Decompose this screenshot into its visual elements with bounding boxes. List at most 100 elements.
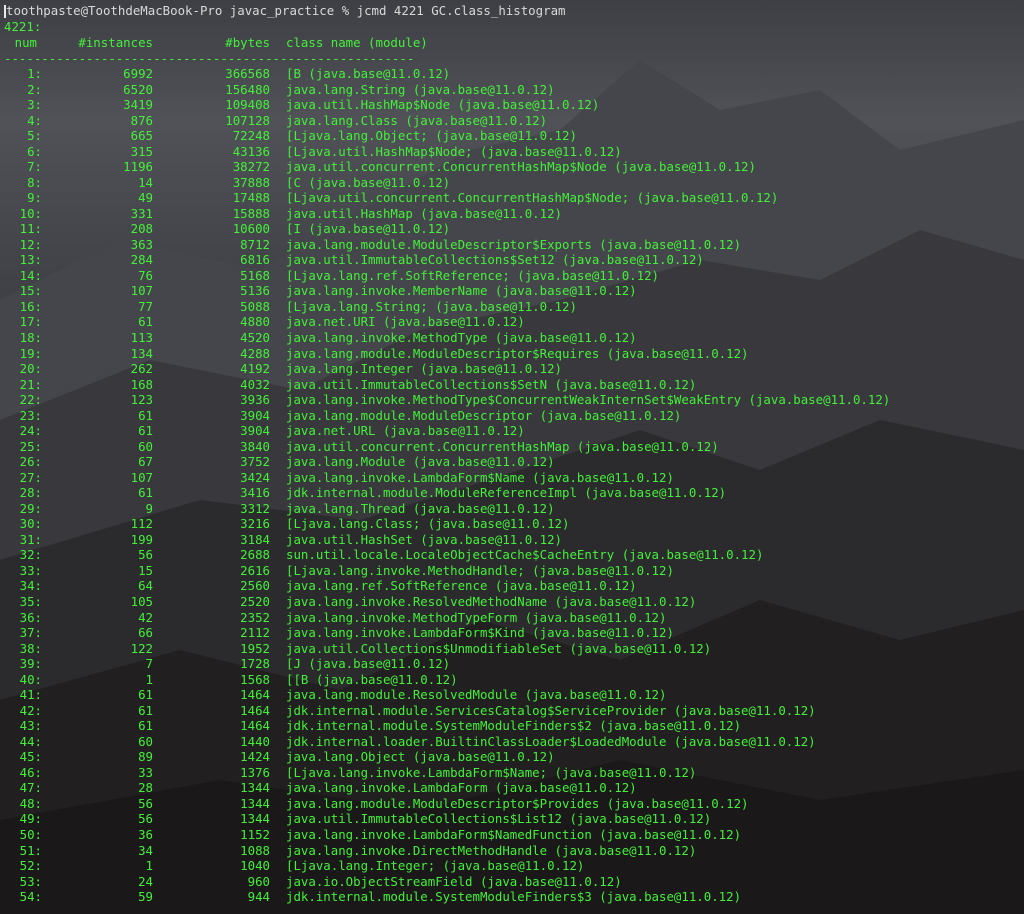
row-class-name: java.lang.invoke.LambdaForm (java.base@1… [286, 780, 637, 796]
row-bytes: 3904 [240, 423, 270, 439]
pid-line: 4221: [4, 19, 42, 34]
row-class-name: java.lang.String (java.base@11.0.12) [286, 81, 555, 97]
row-bytes: 1728 [240, 656, 270, 672]
row-bytes: 72248 [232, 128, 270, 144]
row-class-name: java.lang.invoke.LambdaForm$NamedFunctio… [286, 826, 742, 842]
row-class-name: java.lang.Module (java.base@11.0.12) [286, 454, 555, 470]
row-class-name: [Ljava.lang.invoke.MethodHandle; (java.b… [286, 562, 674, 578]
row-class-name: java.lang.module.ModuleDescriptor$Requir… [286, 345, 749, 361]
row-class-name: [B (java.base@11.0.12) [286, 66, 451, 81]
row-bytes: 1952 [240, 640, 270, 656]
row-bytes: 5088 [240, 298, 270, 314]
row-class-name: jdk.internal.module.ModuleReferenceImpl … [286, 485, 727, 501]
header-bytes: #bytes [225, 35, 270, 50]
command-prompt: toothpaste@ToothdeMacBook-Pro javac_prac… [4, 3, 566, 19]
row-bytes: 156480 [225, 81, 270, 97]
row-bytes: 3424 [240, 469, 270, 485]
row-bytes: 5136 [240, 283, 270, 299]
row-bytes: 2112 [240, 625, 270, 641]
row-class-name: java.lang.invoke.ResolvedMethodName (jav… [286, 594, 697, 610]
row-class-name: jdk.internal.loader.BuiltinClassLoader$L… [286, 733, 816, 749]
row-bytes: 4880 [240, 314, 270, 330]
row-class-name: java.lang.Class (java.base@11.0.12) [286, 112, 548, 128]
row-class-name: java.lang.module.ModuleDescriptor (java.… [286, 407, 682, 423]
row-bytes: 8712 [240, 236, 270, 252]
row-class-name: java.lang.invoke.MethodType$ConcurrentWe… [286, 392, 891, 408]
row-class-name: java.util.HashSet (java.base@11.0.12) [286, 531, 563, 547]
row-bytes: 3416 [240, 485, 270, 501]
row-bytes: 3936 [240, 392, 270, 408]
row-bytes: 107128 [225, 112, 270, 128]
row-bytes: 10600 [232, 221, 270, 237]
row-bytes: 1088 [240, 842, 270, 858]
row-class-name: java.lang.module.ModuleDescriptor$Export… [286, 236, 742, 252]
row-bytes: 15888 [232, 205, 270, 221]
row-class-name: java.lang.Thread (java.base@11.0.12) [286, 500, 555, 516]
row-class-name: java.lang.invoke.DirectMethodHandle (jav… [286, 842, 697, 858]
row-bytes: 1464 [240, 687, 270, 703]
row-bytes: 1040 [240, 858, 270, 874]
row-class-name: [I (java.base@11.0.12) [286, 221, 451, 237]
row-bytes: 366568 [225, 66, 270, 81]
row-bytes: 1376 [240, 764, 270, 780]
terminal-window[interactable]: toothpaste@ToothdeMacBook-Pro javac_prac… [0, 0, 1024, 914]
row-class-name: [Ljava.util.concurrent.ConcurrentHashMap… [286, 190, 779, 206]
row-class-name: [Ljava.lang.Integer; (java.base@11.0.12) [286, 858, 585, 874]
row-bytes: 6816 [240, 252, 270, 268]
row-class-name: java.lang.Object (java.base@11.0.12) [286, 749, 555, 765]
command-text: toothpaste@ToothdeMacBook-Pro javac_prac… [6, 3, 566, 18]
row-bytes: 1568 [240, 671, 270, 687]
row-bytes: 4192 [240, 361, 270, 377]
row-class-name: java.lang.Integer (java.base@11.0.12) [286, 361, 563, 377]
row-bytes: 4032 [240, 376, 270, 392]
row-class-name: java.util.HashMap (java.base@11.0.12) [286, 205, 563, 221]
row-class-name: [Ljava.lang.Class; (java.base@11.0.12) [286, 516, 570, 532]
row-class-name: java.util.ImmutableCollections$List12 (j… [286, 811, 712, 827]
row-class-name: java.util.concurrent.ConcurrentHashMap$N… [286, 159, 756, 175]
row-bytes: 2688 [240, 547, 270, 563]
row-bytes: 2616 [240, 562, 270, 578]
row-bytes: 37888 [232, 174, 270, 190]
row-class-name: java.lang.ref.SoftReference (java.base@1… [286, 578, 637, 594]
row-bytes: 2520 [240, 594, 270, 610]
row-class-name: [Ljava.util.HashMap$Node; (java.base@11.… [286, 143, 622, 159]
row-bytes: 4288 [240, 345, 270, 361]
row-class-name: jdk.internal.module.SystemModuleFinders$… [286, 889, 742, 905]
row-class-name: java.lang.invoke.MemberName (java.base@1… [286, 283, 637, 299]
row-bytes: 5168 [240, 267, 270, 283]
row-class-name: java.util.Collections$UnmodifiableSet (j… [286, 640, 712, 656]
row-bytes: 38272 [232, 159, 270, 175]
row-class-name: java.net.URL (java.base@11.0.12) [286, 423, 525, 439]
header-class-name: class name (module) [286, 35, 428, 50]
row-bytes: 1344 [240, 780, 270, 796]
row-bytes: 1344 [240, 811, 270, 827]
row-class-name: java.net.URI (java.base@11.0.12) [286, 314, 525, 330]
row-class-name: java.lang.invoke.LambdaForm$Kind (java.b… [286, 625, 674, 641]
row-class-name: [Ljava.lang.invoke.LambdaForm$Name; (jav… [286, 764, 697, 780]
row-class-name: java.lang.invoke.MethodTypeForm (java.ba… [286, 609, 667, 625]
row-bytes: 1440 [240, 733, 270, 749]
row-class-name: java.util.HashMap$Node (java.base@11.0.1… [286, 97, 600, 113]
row-bytes: 4520 [240, 330, 270, 345]
row-class-name: jdk.internal.module.SystemModuleFinders$… [286, 718, 742, 734]
row-bytes: 960 [247, 873, 270, 889]
row-bytes: 1464 [240, 718, 270, 734]
row-class-name: java.lang.invoke.MethodType (java.base@1… [286, 330, 637, 345]
row-bytes: 109408 [225, 97, 270, 113]
row-class-name: [[B (java.base@11.0.12) [286, 671, 458, 687]
row-bytes: 17488 [232, 190, 270, 206]
row-class-name: sun.util.locale.LocaleObjectCache$CacheE… [286, 547, 764, 563]
header-row: num #instances #bytes class name (module… [0, 35, 428, 51]
row-class-name: java.util.ImmutableCollections$Set12 (ja… [286, 252, 704, 268]
row-class-name: [Ljava.lang.Object; (java.base@11.0.12) [286, 128, 577, 144]
row-class-name: [J (java.base@11.0.12) [286, 656, 451, 672]
row-bytes: 3904 [240, 407, 270, 423]
row-class-name: java.lang.module.ResolvedModule (java.ba… [286, 687, 667, 703]
row-bytes: 1464 [240, 702, 270, 718]
row-bytes: 1424 [240, 749, 270, 765]
row-class-name: java.lang.module.ModuleDescriptor$Provid… [286, 795, 749, 811]
row-bytes: 43136 [232, 143, 270, 159]
row-class-name: java.util.concurrent.ConcurrentHashMap (… [286, 438, 719, 454]
row-class-name: jdk.internal.module.ServicesCatalog$Serv… [286, 702, 816, 718]
row-bytes: 3184 [240, 531, 270, 547]
